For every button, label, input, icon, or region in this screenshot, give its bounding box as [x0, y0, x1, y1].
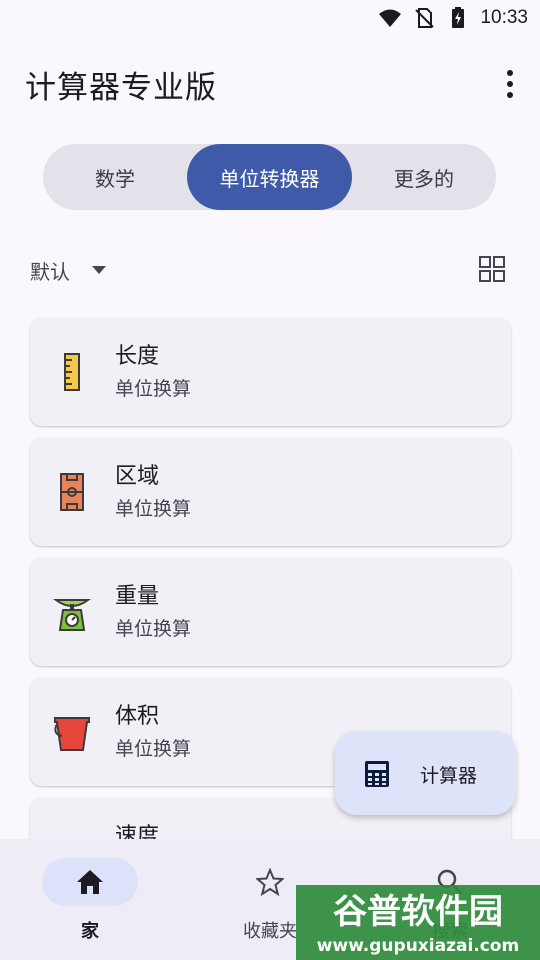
- watermark-logo: 谷普软件园 www.gupuxiazai.com: [296, 885, 540, 960]
- calculator-icon: [365, 761, 389, 787]
- tab-more[interactable]: 更多的: [352, 144, 496, 210]
- page-title: 计算器专业版: [25, 69, 217, 106]
- list-item-area[interactable]: 区域 单位换算: [30, 438, 511, 546]
- wifi-icon: [379, 9, 402, 27]
- star-outline-icon: [256, 868, 284, 896]
- fab-label: 计算器: [420, 765, 478, 787]
- grid-view-icon[interactable]: [478, 255, 506, 283]
- top-app-bar: 计算器专业版: [0, 52, 540, 116]
- calculator-fab[interactable]: 计算器: [335, 731, 516, 815]
- field-icon: [60, 473, 84, 511]
- nav-item-home[interactable]: 家: [0, 839, 180, 960]
- tab-math[interactable]: 数学: [43, 144, 187, 210]
- list-item-subtitle: 单位换算: [115, 618, 192, 640]
- list-item-title: 区域: [115, 464, 160, 489]
- battery-charging-icon: [452, 7, 465, 28]
- sort-dropdown[interactable]: 默认: [30, 250, 106, 290]
- sort-label: 默认: [30, 259, 70, 284]
- status-bar: 10:33: [0, 0, 540, 36]
- scale-icon: [52, 599, 92, 631]
- arrow-drop-down-icon: [92, 266, 106, 274]
- svg-text:www.gupuxiazai.com: www.gupuxiazai.com: [317, 936, 519, 956]
- no-sim-icon: [415, 8, 435, 28]
- list-item-weight[interactable]: 重量 单位换算: [30, 558, 511, 666]
- list-item-subtitle: 单位换算: [115, 378, 192, 400]
- segmented-tabs: 数学 单位转换器 更多的: [43, 144, 496, 210]
- list-item-title: 长度: [115, 344, 160, 369]
- list-item-title: 体积: [115, 704, 160, 729]
- home-icon: [77, 870, 103, 894]
- more-vert-icon[interactable]: [498, 68, 522, 100]
- status-time: 10:33: [480, 7, 528, 28]
- list-item-subtitle: 单位换算: [115, 738, 192, 760]
- svg-text:谷普软件园: 谷普软件园: [333, 892, 503, 932]
- nav-label-home: 家: [81, 921, 99, 942]
- tab-unit-converter[interactable]: 单位转换器: [187, 144, 352, 210]
- ruler-icon: [64, 353, 80, 391]
- list-item-subtitle: 单位换算: [115, 498, 192, 520]
- list-item-length[interactable]: 长度 单位换算: [30, 318, 511, 426]
- bucket-icon: [54, 717, 90, 751]
- list-item-title: 重量: [115, 584, 160, 609]
